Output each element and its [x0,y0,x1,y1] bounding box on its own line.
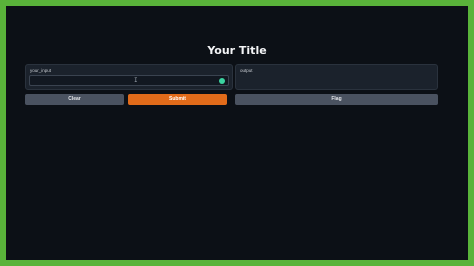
input-panel: your_input I [25,64,233,90]
flag-button[interactable]: Flag [235,94,438,105]
text-cursor-icon: I [134,77,138,84]
app-window: Your Title your_input I output Clear Sub… [6,6,468,260]
output-panel: output [235,64,438,90]
clear-button[interactable]: Clear [25,94,124,105]
output-label: output [240,68,253,73]
input-textbox[interactable]: I [29,75,229,86]
input-label: your_input [30,68,52,73]
status-dot-icon [219,78,225,84]
submit-button[interactable]: Submit [128,94,227,105]
page-title: Your Title [207,44,267,57]
